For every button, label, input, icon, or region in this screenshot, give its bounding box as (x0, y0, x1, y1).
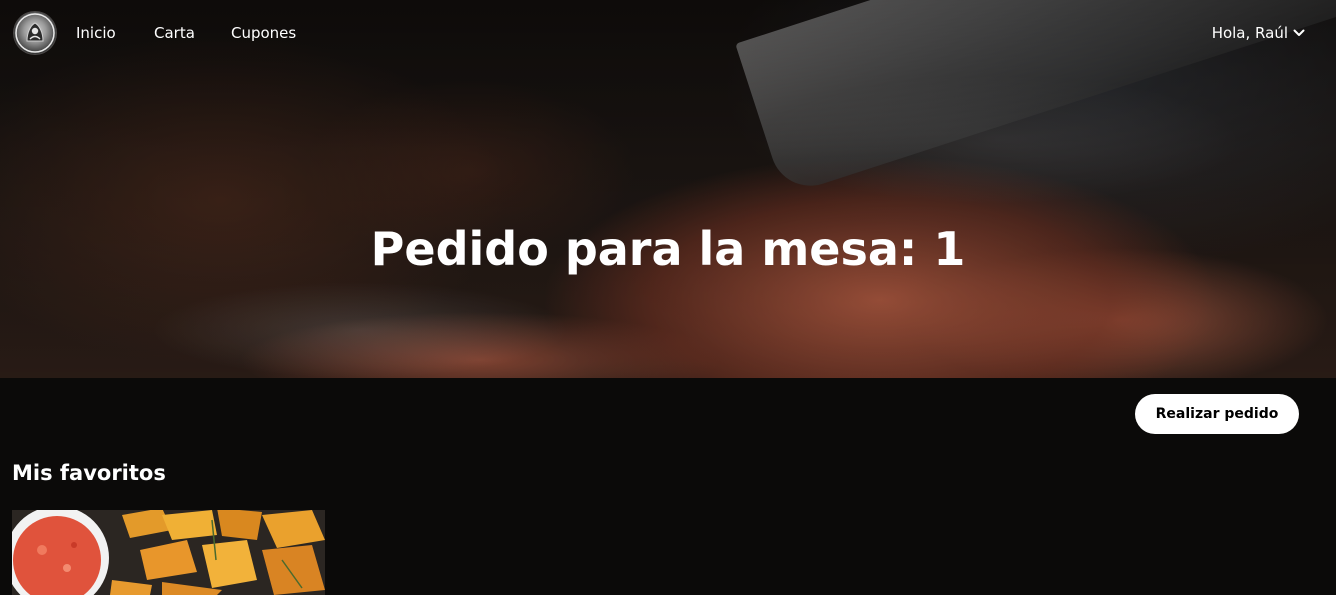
logo-emblem-icon (15, 13, 55, 53)
favorites-section-title: Mis favoritos (12, 461, 166, 485)
place-order-button[interactable]: Realizar pedido (1135, 394, 1299, 434)
top-navbar: Inicio Carta Cupones Hola, Raúl (0, 0, 1336, 68)
restaurant-logo-icon[interactable] (14, 12, 56, 54)
nav-link-cupones[interactable]: Cupones (231, 24, 296, 42)
nav-link-inicio[interactable]: Inicio (76, 24, 116, 42)
user-menu-toggle[interactable]: Hola, Raúl (1212, 24, 1306, 42)
hero-title: Pedido para la mesa: 1 (370, 222, 966, 276)
user-greeting: Hola, Raúl (1211, 24, 1288, 42)
nav-link-carta[interactable]: Carta (154, 24, 195, 42)
chevron-down-icon (1293, 29, 1305, 36)
potato-wedges-with-sauce-photo (12, 510, 325, 595)
favorite-item-card[interactable] (12, 510, 325, 595)
